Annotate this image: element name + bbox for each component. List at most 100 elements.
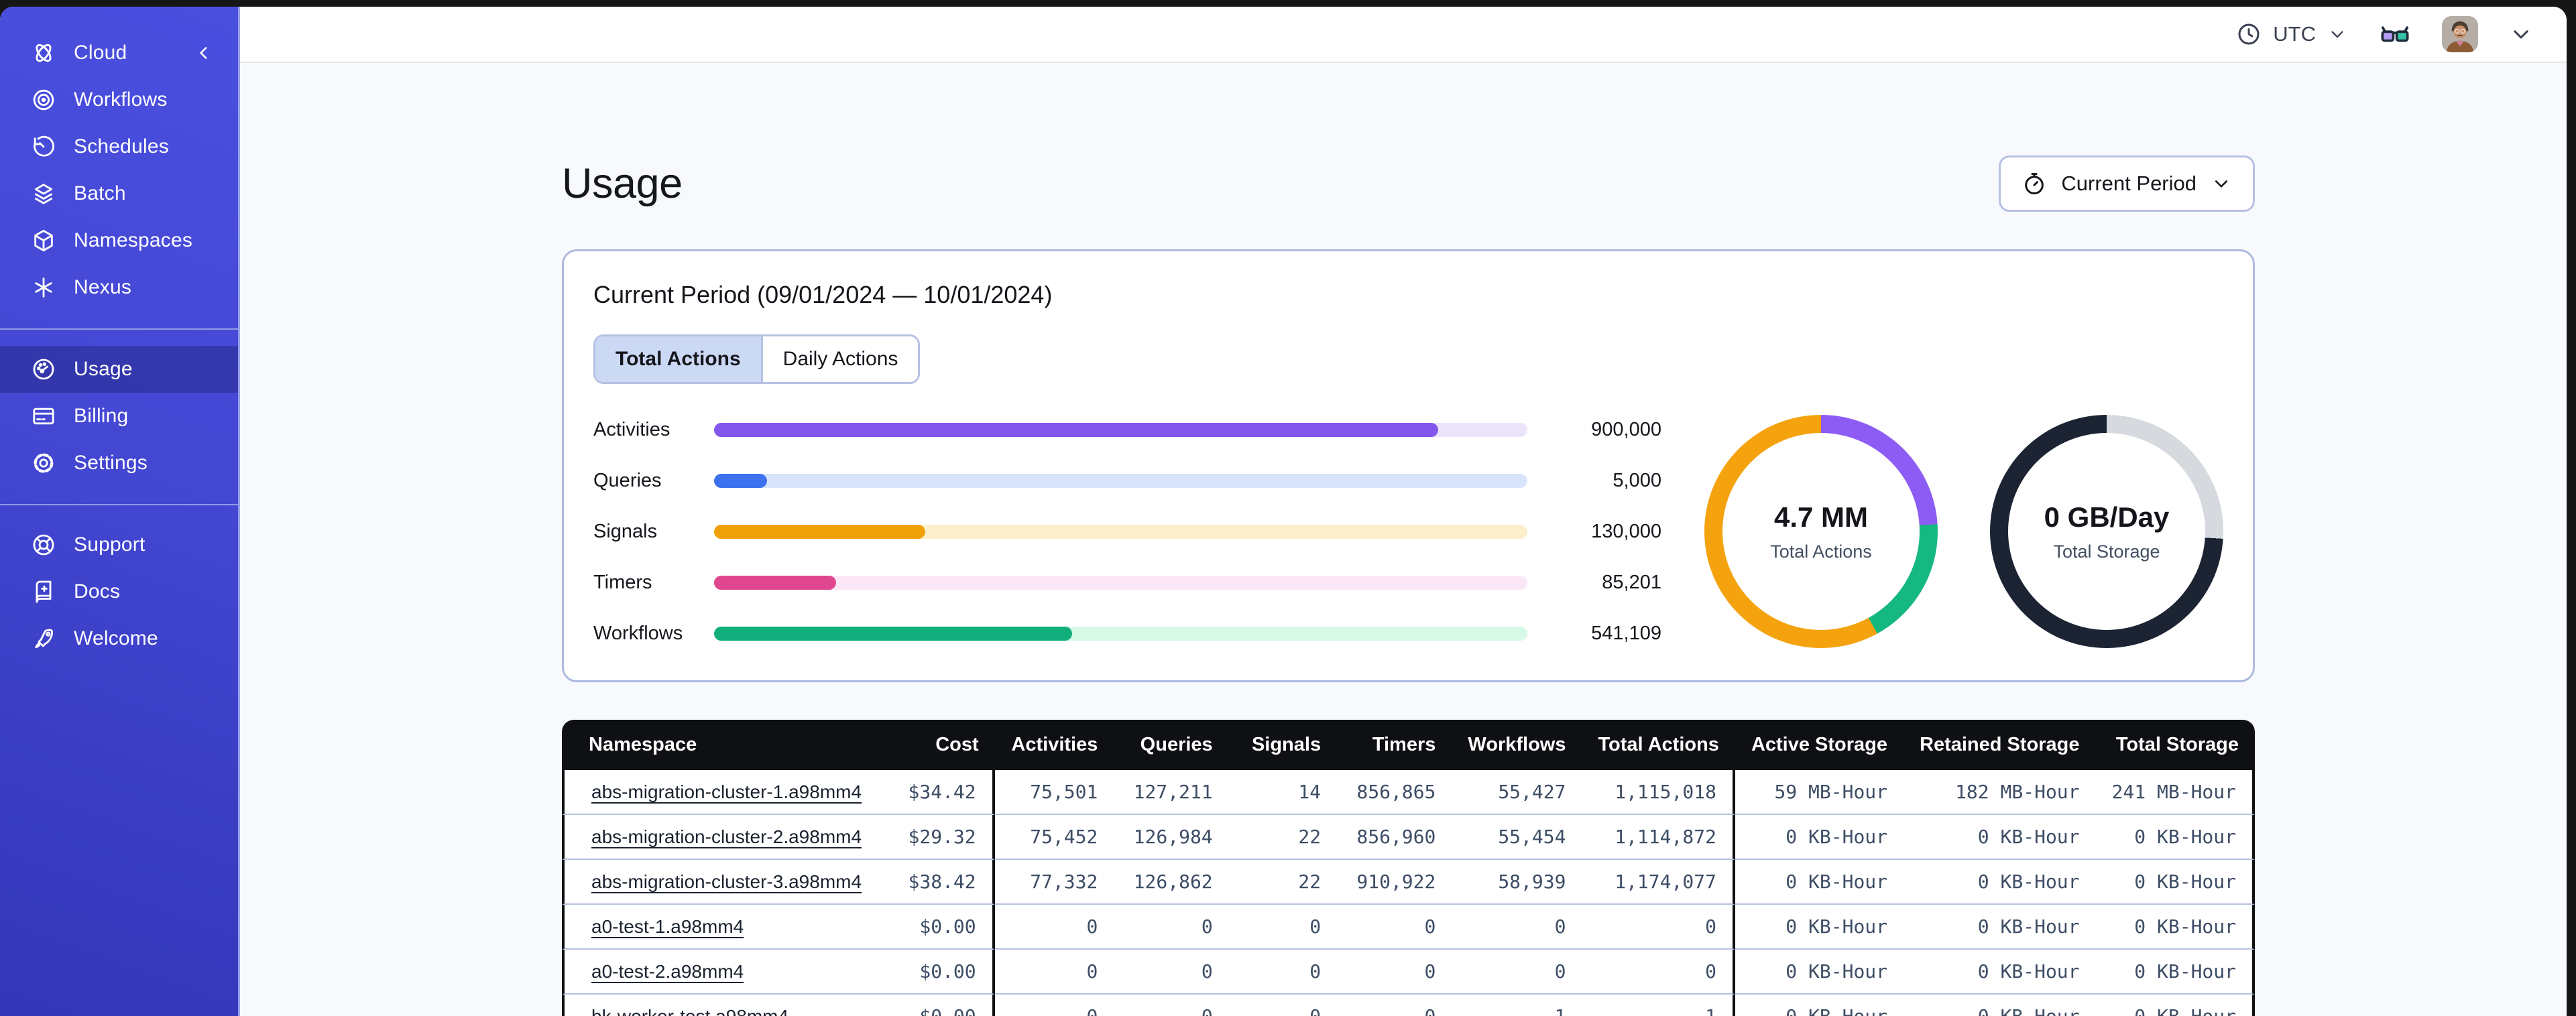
active-storage-cell: 0 KB-Hour: [1735, 815, 1904, 860]
namespace-link[interactable]: abs-migration-cluster-2.a98mm4: [591, 826, 862, 847]
queries-cell: 0: [1114, 995, 1229, 1016]
bar-label: Queries: [593, 469, 662, 491]
sidebar-item-settings[interactable]: Settings: [0, 440, 238, 487]
column-header: Namespace: [562, 720, 878, 770]
workflows-cell: 55,454: [1452, 815, 1582, 860]
sidebar-divider: [0, 328, 238, 330]
bar-value: 5,000: [1613, 469, 1661, 491]
active-storage-cell: 59 MB-Hour: [1735, 770, 1904, 815]
chevron-down-icon: [2215, 180, 2228, 188]
sidebar-item-docs[interactable]: Docs: [0, 568, 238, 615]
sidebar-item-label: Workflows: [74, 88, 168, 111]
timers-cell: 910,922: [1337, 860, 1452, 905]
sidebar-item-nexus[interactable]: Nexus: [0, 264, 238, 311]
retained-storage-cell: 0 KB-Hour: [1904, 950, 2096, 995]
namespace-link[interactable]: abs-migration-cluster-3.a98mm4: [591, 871, 862, 892]
timezone-selector[interactable]: UTC: [2235, 21, 2348, 48]
total-storage-cell: 241 MB-Hour: [2095, 770, 2255, 815]
app-window: Cloud Workflows Schedules Batch Namespac…: [0, 7, 2567, 1016]
batch-icon: [30, 180, 58, 208]
bar-label: Timers: [593, 571, 652, 593]
bar-track: [714, 524, 1527, 539]
queries-cell: 126,862: [1114, 860, 1229, 905]
avatar[interactable]: [2442, 16, 2478, 52]
column-header: Total Actions: [1582, 720, 1735, 770]
bar-fill: [714, 575, 836, 590]
sidebar-item-batch[interactable]: Batch: [0, 170, 238, 217]
namespace-link[interactable]: a0-test-2.a98mm4: [591, 961, 744, 982]
table-row: abs-migration-cluster-1.a98mm4 $34.42 75…: [562, 770, 2255, 815]
bar-label: Activities: [593, 418, 670, 440]
sidebar-item-label: Support: [74, 533, 145, 556]
namespace-cell: abs-migration-cluster-3.a98mm4: [562, 860, 878, 905]
bar-fill: [714, 524, 926, 539]
sidebar-item-label: Batch: [74, 182, 126, 204]
bar-row: Signals 130,000: [593, 521, 1661, 543]
sidebar-item-schedules[interactable]: Schedules: [0, 123, 238, 170]
namespace-cell: bk-worker-test.a98mm4: [562, 995, 878, 1016]
namespace-cell: abs-migration-cluster-2.a98mm4: [562, 815, 878, 860]
account-menu-button[interactable]: [2508, 21, 2534, 48]
signals-cell: 0: [1228, 950, 1338, 995]
bar-value: 541,109: [1591, 622, 1661, 644]
bar-track: [714, 422, 1527, 437]
workflows-cell: 58,939: [1452, 860, 1582, 905]
feedback-glasses-button[interactable]: [2378, 15, 2412, 54]
bar-row: Queries 5,000: [593, 470, 1661, 492]
sidebar-item-label: Docs: [74, 580, 121, 602]
namespace-usage-table: Namespace Cost Activities Queries Signals Tim…: [562, 720, 2255, 1016]
activities-cell: 0: [994, 905, 1114, 950]
queries-cell: 0: [1114, 950, 1229, 995]
total-storage-caption: Total Storage: [2053, 541, 2160, 562]
namespace-link[interactable]: abs-migration-cluster-1.a98mm4: [591, 781, 862, 802]
cost-cell: $0.00: [878, 950, 995, 995]
tab-daily-actions[interactable]: Daily Actions: [760, 336, 919, 382]
namespace-link[interactable]: a0-test-1.a98mm4: [591, 916, 744, 937]
activities-cell: 75,501: [994, 770, 1114, 815]
column-header: Timers: [1337, 720, 1452, 770]
namespace-cell: a0-test-2.a98mm4: [562, 950, 878, 995]
sidebar-item-label: Cloud: [74, 42, 127, 64]
signals-cell: 0: [1228, 905, 1338, 950]
retained-storage-cell: 0 KB-Hour: [1904, 905, 2096, 950]
tab-total-actions[interactable]: Total Actions: [595, 336, 761, 382]
sidebar-divider: [0, 504, 238, 505]
column-header: Retained Storage: [1904, 720, 2096, 770]
column-header: Total Storage: [2095, 720, 2255, 770]
total-actions-cell: 0: [1582, 905, 1735, 950]
cost-cell: $0.00: [878, 905, 995, 950]
workflows-cell: 55,427: [1452, 770, 1582, 815]
sidebar-item-billing[interactable]: Billing: [0, 393, 238, 440]
actions-bar-chart: Activities 900,000 Queries 5,000 Signals…: [593, 419, 1661, 645]
sidebar-item-usage[interactable]: Usage: [0, 346, 238, 393]
period-select-button[interactable]: Current Period: [1999, 155, 2255, 212]
active-storage-cell: 0 KB-Hour: [1735, 905, 1904, 950]
content: Usage Current Period Current Period (09/…: [240, 63, 2567, 1016]
sidebar-item-label: Nexus: [74, 276, 132, 298]
collapse-sidebar-icon[interactable]: [190, 39, 218, 67]
total-actions-donut: 4.7 MM Total Actions: [1704, 415, 1938, 648]
namespace-link[interactable]: bk-worker-test.a98mm4: [591, 1006, 788, 1016]
timers-cell: 856,865: [1337, 770, 1452, 815]
sidebar-item-cloud[interactable]: Cloud: [0, 29, 238, 76]
namespace-cell: abs-migration-cluster-1.a98mm4: [562, 770, 878, 815]
welcome-icon: [30, 625, 58, 653]
total-storage-value: 0 GB/Day: [2044, 501, 2170, 533]
page-title: Usage: [562, 160, 683, 207]
total-actions-caption: Total Actions: [1770, 541, 1872, 562]
support-icon: [30, 531, 58, 559]
sidebar-item-welcome[interactable]: Welcome: [0, 615, 238, 662]
total-actions-cell: 1: [1582, 995, 1735, 1016]
bar-row: Activities 900,000: [593, 419, 1661, 441]
column-header: Workflows: [1452, 720, 1582, 770]
sidebar-item-namespaces[interactable]: Namespaces: [0, 217, 238, 264]
sidebar-item-label: Settings: [74, 452, 148, 474]
activities-cell: 77,332: [994, 860, 1114, 905]
glasses-icon: [2381, 25, 2409, 42]
bar-fill: [714, 422, 1438, 437]
total-storage-cell: 0 KB-Hour: [2095, 995, 2255, 1016]
table-row: bk-worker-test.a98mm4 $0.00 0 0 0 0 1 1 …: [562, 995, 2255, 1016]
sidebar-item-workflows[interactable]: Workflows: [0, 76, 238, 123]
workflows-icon: [30, 86, 58, 114]
sidebar-item-support[interactable]: Support: [0, 521, 238, 568]
